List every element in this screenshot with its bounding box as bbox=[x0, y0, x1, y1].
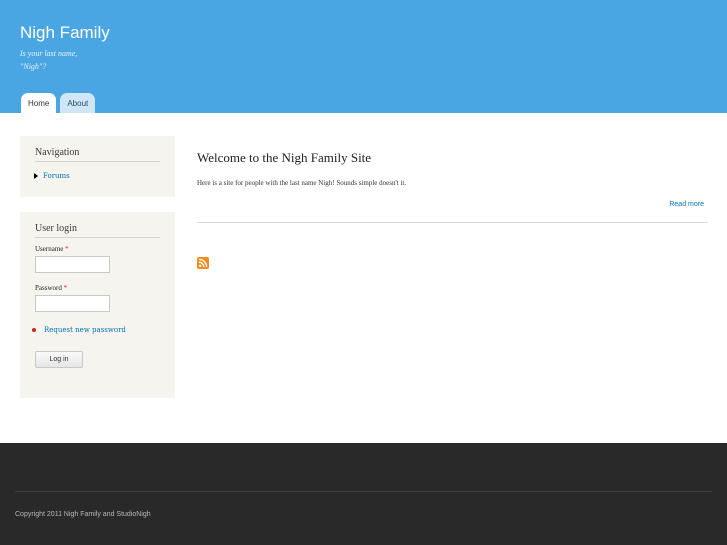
username-label: Username * bbox=[35, 245, 175, 253]
request-password-item[interactable]: Request new password bbox=[32, 326, 175, 334]
content-divider bbox=[197, 222, 708, 223]
navigation-block-title: Navigation bbox=[35, 136, 160, 162]
rss-feed-icon[interactable] bbox=[197, 257, 209, 269]
site-header: Nigh Family Is your last name, "Nigh"? H… bbox=[0, 0, 727, 113]
slogan-line-1: Is your last name, bbox=[20, 49, 78, 58]
main-menu-tabs: Home About bbox=[21, 93, 96, 113]
site-name[interactable]: Nigh Family bbox=[20, 23, 110, 43]
username-label-text: Username bbox=[35, 245, 64, 253]
triangle-bullet-icon bbox=[34, 173, 38, 179]
password-label: Password * bbox=[35, 284, 175, 292]
login-button[interactable]: Log in bbox=[35, 351, 83, 368]
main-content: Welcome to the Nigh Family Site Here is … bbox=[197, 150, 708, 223]
user-login-title: User login bbox=[35, 212, 160, 238]
slogan-line-2: "Nigh"? bbox=[20, 62, 47, 71]
footer-divider bbox=[15, 491, 712, 492]
site-slogan: Is your last name, "Nigh"? bbox=[20, 47, 77, 73]
password-field[interactable] bbox=[35, 295, 110, 312]
navigation-block: Navigation Forums bbox=[20, 136, 175, 197]
password-label-text: Password bbox=[35, 284, 62, 292]
sidebar-item-label[interactable]: Forums bbox=[43, 172, 70, 180]
site-footer: Copyright 2011 Nigh Family and StudioNig… bbox=[0, 443, 727, 545]
user-login-block: User login Username * Password * Request… bbox=[20, 212, 175, 398]
copyright-text: Copyright 2011 Nigh Family and StudioNig… bbox=[15, 511, 151, 518]
tab-about[interactable]: About bbox=[60, 93, 96, 113]
read-more-link[interactable]: Read more bbox=[669, 201, 704, 208]
tab-home[interactable]: Home bbox=[21, 93, 57, 113]
node-body: Here is a site for people with the last … bbox=[197, 179, 407, 187]
red-bullet-icon bbox=[32, 328, 36, 332]
request-new-password-link[interactable]: Request new password bbox=[44, 326, 126, 334]
sidebar-item-forums[interactable]: Forums bbox=[34, 172, 175, 180]
node-title[interactable]: Welcome to the Nigh Family Site bbox=[197, 150, 708, 166]
required-mark: * bbox=[63, 284, 68, 292]
username-field[interactable] bbox=[35, 256, 110, 273]
required-mark: * bbox=[65, 245, 69, 253]
